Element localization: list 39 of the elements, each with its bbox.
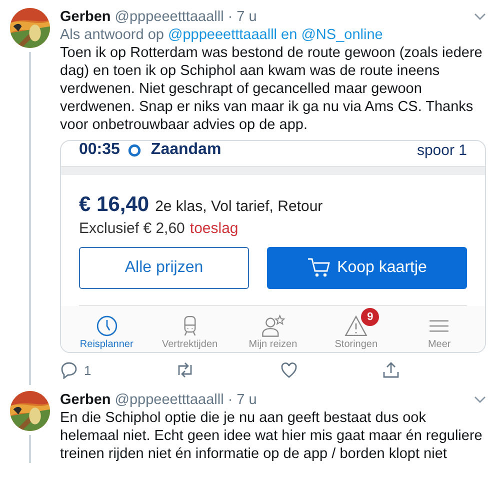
mention-link[interactable]: @pppeeetttaaalll en @NS_online [168, 27, 383, 43]
price: € 16,40 [79, 193, 150, 217]
heart-icon[interactable] [280, 361, 298, 379]
person-star-icon [260, 314, 285, 338]
cart-icon [307, 257, 332, 279]
clock-icon [94, 314, 119, 338]
surcharge-link[interactable]: toeslag [190, 220, 238, 237]
platform-label: spoor 1 [416, 142, 467, 158]
tab[interactable]: Vertrektijden [152, 308, 228, 350]
chevron-down-icon[interactable] [474, 396, 486, 404]
timestamp[interactable]: 7 u [236, 9, 257, 25]
separator-dot: · [228, 392, 233, 408]
fare-info: 2e klas, Vol tarief, Retour [155, 198, 323, 215]
ring-icon [128, 144, 141, 156]
reply-count: 1 [84, 362, 92, 378]
tweet-text: En die Schiphol optie die je nu aan geeft bestaat dus ook helemaal niet. Echt geen idee wat hier mis gaat maar én reguliere treinen rijden niet én informatie op de app / borden klopt niet [60, 409, 484, 463]
tab[interactable]: Mijn reizen [234, 308, 311, 350]
reply-label: Als antwoord op [60, 27, 164, 43]
tab[interactable]: Reisplanner [68, 308, 145, 350]
user-name[interactable]: Gerben [60, 392, 111, 408]
warning-icon [344, 314, 368, 338]
timestamp[interactable]: 7 u [236, 392, 257, 408]
all-prices-button[interactable]: Alle prijzen [79, 247, 249, 289]
user-handle: @pppeeetttaaalll [114, 392, 224, 408]
user-handle: @pppeeetttaaalll [114, 9, 224, 25]
user-name[interactable]: Gerben [60, 9, 111, 25]
separator-dot: · [228, 9, 233, 25]
station-name: Zaandam [150, 141, 222, 159]
tab[interactable]: Meer [401, 308, 478, 350]
thread-line [29, 435, 31, 463]
chevron-down-icon[interactable] [474, 13, 486, 21]
surcharge-text: Exclusief € 2,60 [79, 220, 185, 237]
comment-icon[interactable] [60, 361, 78, 379]
tab[interactable]: 9 Storingen [318, 308, 394, 350]
tweet-text: Toen ik op Rotterdam was bestond de route gewoon (zoals iedere dag) en toen ik op Schiphol aan kwam was de route ineens verdwenen. Niet geschrapt of gecancelled maar gewoon verdwenen. Snap er niks van maar ik ga nu via Ams CS. Thanks voor onbetrouwbaar advies op de app. [60, 44, 484, 134]
share-icon[interactable] [382, 361, 400, 379]
notification-badge: 9 [361, 308, 380, 326]
departure-time: 00:35 [79, 141, 120, 159]
buy-ticket-button[interactable]: Koop kaartje [267, 247, 467, 289]
